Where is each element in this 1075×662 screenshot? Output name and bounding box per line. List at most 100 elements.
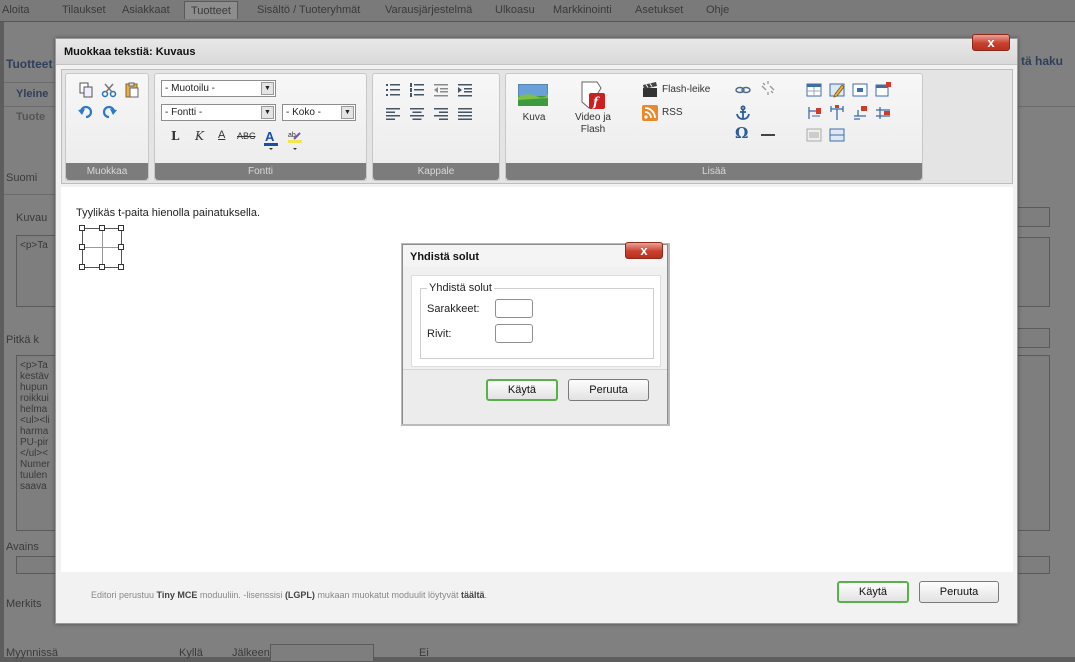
flash-video-icon[interactable]: f — [579, 80, 607, 110]
image-icon[interactable] — [518, 84, 548, 106]
option-no[interactable]: Ei — [419, 647, 429, 659]
special-character-icon[interactable]: Ω — [735, 124, 748, 142]
delete-table-icon[interactable] — [875, 82, 891, 98]
resize-handle[interactable] — [79, 264, 85, 270]
bg-edit-button[interactable] — [1015, 207, 1050, 227]
nav-item-asetukset[interactable]: Asetukset — [635, 4, 683, 16]
nav-item-ohje[interactable]: Ohje — [706, 4, 729, 16]
font-select[interactable]: - Fontti - ▼ — [161, 104, 276, 121]
resize-handle[interactable] — [99, 264, 105, 270]
strikethrough-icon[interactable]: ABC — [237, 131, 256, 141]
flash-clip-icon[interactable] — [642, 82, 658, 98]
dialog-close-button[interactable]: x — [625, 242, 663, 259]
nav-item-ulkoasu[interactable]: Ulkoasu — [495, 4, 535, 16]
option-after[interactable]: Jälkeen — [232, 647, 270, 659]
size-select[interactable]: - Koko - ▼ — [282, 104, 356, 121]
columns-input[interactable] — [495, 299, 533, 318]
align-center-icon[interactable] — [409, 106, 425, 122]
unlink-icon[interactable] — [760, 80, 776, 96]
description-label: Kuvau — [16, 212, 48, 224]
group-label-font: Fontti — [155, 163, 366, 180]
table-resize-handles[interactable] — [79, 225, 125, 271]
editor-close-button[interactable]: x — [972, 34, 1010, 51]
license-link[interactable]: (LGPL) — [285, 590, 315, 600]
nav-item-tuotteet[interactable]: Tuotteet — [184, 1, 238, 19]
paste-icon[interactable] — [124, 82, 140, 98]
dialog-body: Yhdistä solut Sarakkeet: Rivit: — [411, 275, 661, 367]
numbered-list-icon[interactable] — [409, 82, 425, 98]
anchor-icon[interactable] — [735, 105, 751, 121]
split-cells-icon[interactable] — [829, 105, 845, 121]
merge-cells-icon[interactable] — [806, 127, 822, 143]
after-date-input[interactable] — [270, 644, 374, 662]
svg-text:A: A — [265, 129, 275, 144]
modules-link[interactable]: täältä — [461, 590, 485, 600]
resize-handle[interactable] — [79, 244, 85, 250]
link-icon[interactable] — [735, 82, 751, 98]
search-heading: tä haku — [1021, 54, 1064, 68]
editor-cancel-button[interactable]: Peruuta — [919, 581, 999, 603]
horizontal-rule-icon[interactable] — [760, 127, 776, 143]
image-button-label[interactable]: Kuva — [518, 112, 550, 124]
table-row-icon[interactable] — [829, 127, 845, 143]
language-label: Suomi — [6, 172, 38, 184]
bullet-list-icon[interactable] — [385, 82, 401, 98]
bg-edit-button-2[interactable] — [1015, 328, 1050, 348]
description-textarea[interactable]: <p>Ta — [16, 235, 56, 307]
resize-handle[interactable] — [99, 225, 105, 231]
highlight-color-icon[interactable]: ab — [287, 129, 303, 151]
tab-general[interactable]: Yleine — [16, 88, 48, 100]
align-justify-icon[interactable] — [457, 106, 473, 122]
fieldset-legend: Yhdistä solut — [427, 282, 494, 294]
format-select[interactable]: - Muotoilu - ▼ — [161, 80, 276, 97]
underline-icon[interactable]: A — [218, 129, 225, 141]
nav-item-sisalto[interactable]: Sisältö / Tuoteryhmät — [257, 4, 360, 16]
option-yes[interactable]: Kyllä — [179, 647, 203, 659]
content-paragraph[interactable]: Tyylikäs t-paita hienolla painatuksella. — [76, 207, 260, 219]
nav-item-tilaukset[interactable]: Tilaukset — [62, 4, 106, 16]
delete-column-icon[interactable] — [875, 105, 891, 121]
table-row-props-icon[interactable] — [829, 82, 845, 98]
italic-icon[interactable]: K — [195, 129, 204, 143]
cut-icon[interactable] — [101, 82, 117, 98]
table-icon[interactable] — [806, 82, 822, 98]
format-select-value: - Muotoilu - — [165, 83, 216, 94]
video-button-label[interactable]: Video ja Flash — [568, 112, 618, 136]
merge-fieldset: Yhdistä solut Sarakkeet: Rivit: — [420, 282, 654, 359]
indent-icon[interactable] — [457, 82, 473, 98]
editor-apply-button[interactable]: Käytä — [837, 581, 909, 603]
rss-label[interactable]: RSS — [662, 107, 683, 118]
keywords-label: Avains — [6, 541, 39, 553]
bold-icon[interactable]: L — [171, 129, 179, 143]
long-description-textarea[interactable]: <p>Ta kestäv hupun roikkui helma <ul><li… — [16, 355, 56, 531]
insert-row-icon[interactable] — [806, 105, 822, 121]
rss-icon[interactable] — [642, 105, 658, 121]
undo-icon[interactable] — [78, 104, 94, 120]
resize-handle[interactable] — [79, 225, 85, 231]
nav-item-aloita[interactable]: Aloita — [2, 4, 30, 16]
outdent-icon[interactable] — [433, 82, 449, 98]
tinymce-link[interactable]: Tiny MCE — [157, 590, 198, 600]
page-heading: Tuotteet — [6, 57, 53, 71]
align-right-icon[interactable] — [433, 106, 449, 122]
dialog-apply-button[interactable]: Käytä — [486, 379, 558, 401]
toolbar-group-font: - Muotoilu - ▼ - Fontti - ▼ - Koko - ▼ L… — [154, 73, 367, 181]
insert-column-icon[interactable] — [852, 105, 868, 121]
nav-item-varausjarjestelma[interactable]: Varausjärjestelmä — [385, 4, 472, 16]
flash-clip-label[interactable]: Flash-leike — [662, 84, 710, 95]
resize-handle[interactable] — [118, 264, 124, 270]
redo-icon[interactable] — [101, 104, 117, 120]
table-cell-props-icon[interactable] — [852, 82, 868, 98]
text-color-icon[interactable]: A — [263, 129, 279, 151]
tab-products[interactable]: Tuote — [16, 111, 45, 123]
table-line — [82, 247, 122, 248]
rows-input[interactable] — [495, 324, 533, 343]
resize-handle[interactable] — [118, 225, 124, 231]
bg-preview-box — [1015, 237, 1050, 307]
align-left-icon[interactable] — [385, 106, 401, 122]
copy-icon[interactable] — [78, 82, 94, 98]
resize-handle[interactable] — [118, 244, 124, 250]
dialog-cancel-button[interactable]: Peruuta — [568, 379, 649, 401]
nav-item-markkinointi[interactable]: Markkinointi — [553, 4, 612, 16]
nav-item-asiakkaat[interactable]: Asiakkaat — [122, 4, 170, 16]
